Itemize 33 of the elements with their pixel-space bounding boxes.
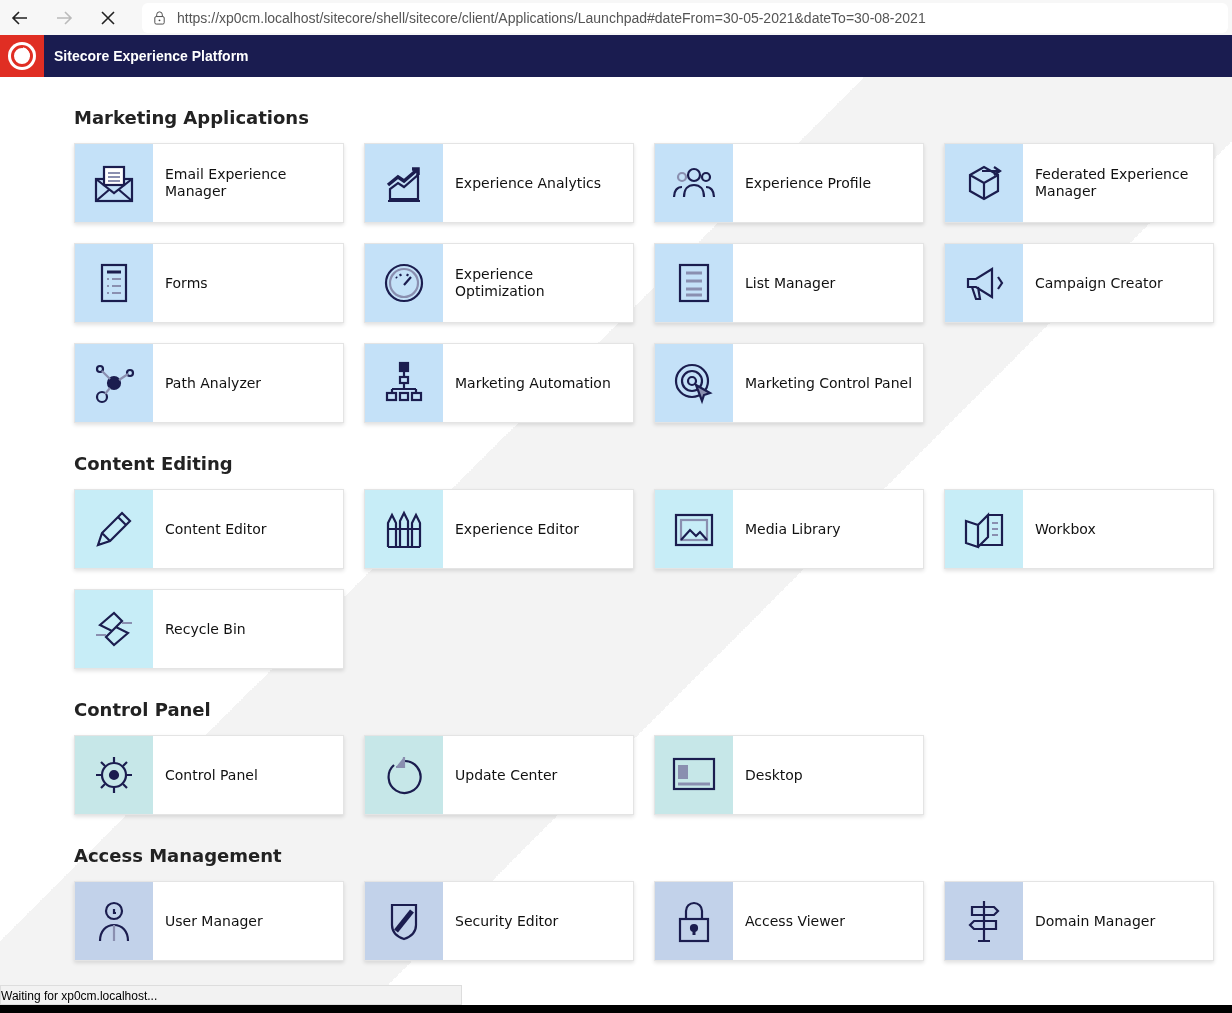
app-tile[interactable]: Federated Experience Manager [944,143,1214,223]
app-tile[interactable]: Experience Profile [654,143,924,223]
app-tile[interactable]: Email Experience Manager [74,143,344,223]
app-title: Sitecore Experience Platform [54,48,249,64]
app-tile[interactable]: Experience Optimization [364,243,634,323]
app-tile[interactable]: Workbox [944,489,1214,569]
app-tile[interactable]: Marketing Control Panel [654,343,924,423]
app-tile[interactable]: Domain Manager [944,881,1214,961]
app-tile[interactable]: List Manager [654,243,924,323]
address-bar[interactable]: https://xp0cm.localhost/sitecore/shell/sitecore/client/Applications/Launchpad#dateFrom=30-05-2021&dateTo=30-08-2021 [142,2,1228,33]
app-tile[interactable]: User Manager [74,881,344,961]
logo-icon[interactable] [7,41,37,71]
app-tile[interactable]: Update Center [364,735,634,815]
section-heading: Content Editing [74,452,234,476]
section-heading: Control Panel [74,698,212,722]
app-tile[interactable]: Recycle Bin [74,589,344,669]
app-tile[interactable]: Campaign Creator [944,243,1214,323]
app-tile[interactable]: Marketing Automation [364,343,634,423]
app-tile[interactable]: Forms [74,243,344,323]
app-tile[interactable]: Security Editor [364,881,634,961]
section-heading: Access Management [74,844,283,868]
status-bubble: Waiting for xp0cm.localhost... [0,985,462,1005]
app-tile[interactable]: Path Analyzer [74,343,344,423]
url-text: https://xp0cm.localhost/sitecore/shell/sitecore/client/Applications/Launchpad#dateFrom=30-05-2021&dateTo=30-08-2021 [177,9,926,26]
app-tile[interactable]: Access Viewer [654,881,924,961]
app-tile[interactable]: Desktop [654,735,924,815]
section-heading: Marketing Applications [74,106,310,130]
app-tile[interactable]: Experience Analytics [364,143,634,223]
app-tile[interactable]: Experience Editor [364,489,634,569]
app-tile[interactable]: Content Editor [74,489,344,569]
lock-icon [152,10,167,25]
app-tile[interactable]: Media Library [654,489,924,569]
app-tile[interactable]: Control Panel [74,735,344,815]
